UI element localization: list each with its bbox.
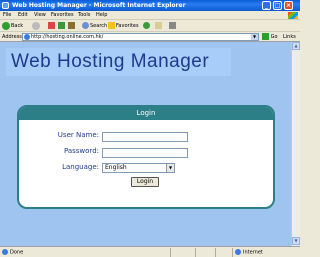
forward-arrow-icon — [32, 21, 40, 30]
favorites-button[interactable]: Favorites — [108, 21, 139, 31]
home-button[interactable] — [68, 21, 76, 31]
username-input[interactable] — [102, 132, 188, 142]
status-text: Done — [2, 249, 23, 256]
internet-zone-icon — [235, 249, 241, 255]
window-title: Web Hosting Manager - Microsoft Internet… — [12, 2, 186, 9]
go-button[interactable]: Go — [262, 33, 278, 41]
menu-file[interactable]: File — [3, 12, 11, 18]
favorites-label: Favorites — [116, 23, 139, 29]
menu-bar: File Edit View Favorites Tools Help — [0, 11, 300, 20]
username-label: User Name: — [57, 131, 99, 139]
stop-button[interactable] — [48, 21, 56, 31]
ie-icon — [2, 2, 9, 9]
history-icon — [143, 22, 150, 29]
toolbar: Back Search Favorites — [0, 20, 300, 32]
language-label: Language: — [62, 163, 99, 171]
go-label: Go — [270, 34, 278, 40]
chevron-down-icon: ▼ — [166, 164, 174, 172]
page-content: Web Hosting Manager Login User Name: Pas… — [0, 42, 291, 246]
scroll-down-icon[interactable]: ▼ — [292, 237, 300, 245]
status-divider — [215, 248, 216, 257]
close-button[interactable]: × — [284, 1, 293, 10]
address-url: http://hosting.online.com.hk/ — [31, 34, 104, 40]
address-bar: Address http://hosting.online.com.hk/ ▼ … — [0, 32, 300, 42]
login-title: Login — [19, 107, 273, 120]
status-bar: Done Internet — [0, 246, 300, 257]
windows-logo-icon — [288, 12, 298, 19]
links-button[interactable]: Links — [283, 34, 296, 40]
search-button[interactable]: Search — [82, 21, 107, 31]
search-label: Search — [90, 23, 108, 29]
login-button[interactable]: Login — [131, 177, 159, 187]
language-select[interactable]: English ▼ — [102, 163, 175, 173]
print-icon — [169, 22, 176, 29]
maximize-button[interactable]: □ — [273, 1, 282, 10]
zone-label: Internet — [243, 249, 263, 256]
status-divider — [170, 248, 171, 257]
password-label: Password: — [63, 147, 99, 155]
scroll-up-icon[interactable]: ▲ — [292, 42, 300, 50]
minimize-button[interactable]: _ — [262, 1, 271, 10]
menu-tools[interactable]: Tools — [78, 12, 90, 18]
forward-button[interactable] — [32, 21, 41, 31]
page-status-icon — [2, 249, 8, 255]
address-dropdown-icon[interactable]: ▼ — [251, 34, 258, 40]
refresh-button[interactable] — [58, 21, 66, 31]
back-arrow-icon — [2, 21, 10, 30]
print-button[interactable] — [169, 21, 177, 31]
menu-view[interactable]: View — [34, 12, 46, 18]
site-title: Web Hosting Manager — [11, 51, 210, 72]
login-panel: Login User Name: Password: Language: Eng… — [17, 105, 275, 209]
vertical-scrollbar[interactable]: ▲ ▼ — [291, 42, 300, 246]
go-arrow-icon — [262, 33, 269, 40]
menu-favorites[interactable]: Favorites — [51, 12, 74, 18]
search-icon — [82, 22, 89, 29]
refresh-icon — [58, 22, 65, 29]
menu-help[interactable]: Help — [96, 12, 107, 18]
status-divider — [195, 248, 196, 257]
mail-button[interactable] — [155, 21, 163, 31]
home-icon — [68, 22, 75, 29]
header-banner: Web Hosting Manager — [6, 48, 231, 76]
history-button[interactable] — [143, 21, 151, 31]
menu-edit[interactable]: Edit — [18, 12, 28, 18]
star-icon — [108, 22, 115, 29]
status-divider — [232, 248, 233, 257]
address-label: Address — [2, 34, 22, 40]
status-done: Done — [10, 249, 24, 256]
back-button[interactable]: Back — [2, 21, 23, 31]
stop-icon — [48, 22, 55, 29]
title-bar: Web Hosting Manager - Microsoft Internet… — [0, 0, 300, 11]
zone-indicator: Internet — [235, 249, 263, 256]
password-input[interactable] — [102, 148, 188, 158]
language-value: English — [105, 164, 127, 171]
address-input[interactable]: http://hosting.online.com.hk/ ▼ — [22, 33, 259, 41]
mail-icon — [155, 22, 162, 29]
back-label: Back — [11, 23, 24, 29]
page-icon — [24, 34, 30, 40]
